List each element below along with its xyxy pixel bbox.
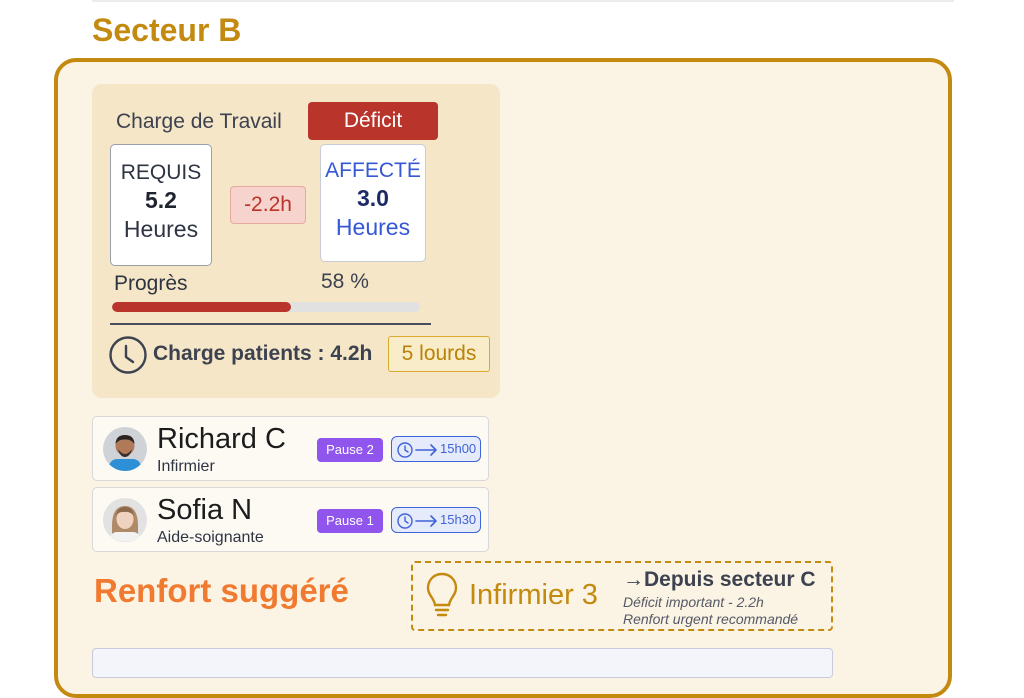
progress-bar <box>112 302 420 312</box>
clock-icon <box>109 336 147 374</box>
workload-label: Charge de Travail <box>116 110 282 133</box>
progress-label: Progrès <box>114 272 188 295</box>
reinforcement-role: Infirmier 3 <box>469 579 598 611</box>
required-value: 5.2 <box>145 187 177 213</box>
reinforcement-note: Déficit important - 2.2h <box>623 594 764 610</box>
heavy-patients-badge: 5 lourds <box>388 336 490 372</box>
required-unit: Heures <box>123 216 199 242</box>
staff-card[interactable]: Richard C Infirmier Pause 2 15h00 <box>92 416 489 481</box>
sector-title: Secteur B <box>92 12 242 48</box>
workload-card: Charge de Travail Déficit REQUIS 5.2 Heu… <box>92 84 500 398</box>
avatar <box>103 498 147 542</box>
pause-badge: Pause 1 <box>317 509 383 533</box>
workload-divider <box>110 323 431 325</box>
avatar <box>103 427 147 471</box>
reinforcement-note: Renfort urgent recommandé <box>623 611 799 627</box>
staff-role: Infirmier <box>157 458 215 475</box>
reinforcement-suggestion-card[interactable]: Infirmier 3 →Depuis secteur C Déficit im… <box>411 561 833 631</box>
shift-end-time: 15h00 <box>440 441 477 456</box>
deficit-status-badge: Déficit <box>308 102 438 140</box>
reinforcement-source: →Depuis secteur C <box>623 568 816 591</box>
staff-name: Richard C <box>157 423 286 455</box>
clock-arrow-icon <box>397 442 437 458</box>
lightbulb-icon <box>426 572 458 617</box>
progress-bar-fill <box>112 302 291 312</box>
staff-name: Sofia N <box>157 494 253 526</box>
staff-role: Aide-soignante <box>157 529 264 546</box>
delta-badge: -2.2h <box>230 186 306 224</box>
shift-end-time: 15h30 <box>440 512 477 527</box>
pause-badge: Pause 2 <box>317 438 383 462</box>
assigned-unit: Heures <box>335 214 411 240</box>
shift-end-badge: 15h00 <box>391 436 481 462</box>
clock-arrow-icon <box>397 513 437 529</box>
progress-value: 58 % <box>321 270 369 293</box>
reinforcement-title: Renfort suggéré <box>94 572 349 609</box>
assigned-label: AFFECTÉ <box>325 159 421 182</box>
assigned-value: 3.0 <box>357 185 389 211</box>
next-card <box>92 648 833 678</box>
top-divider <box>92 0 954 2</box>
arrow-right-icon: → <box>623 568 644 591</box>
shift-end-badge: 15h30 <box>391 507 481 533</box>
assigned-hours-box: AFFECTÉ 3.0 Heures <box>320 144 426 262</box>
required-hours-box: REQUIS 5.2 Heures <box>110 144 212 266</box>
patient-load-text: Charge patients : 4.2h <box>153 342 373 365</box>
staff-card[interactable]: Sofia N Aide-soignante Pause 1 15h30 <box>92 487 489 552</box>
required-label: REQUIS <box>120 161 202 184</box>
